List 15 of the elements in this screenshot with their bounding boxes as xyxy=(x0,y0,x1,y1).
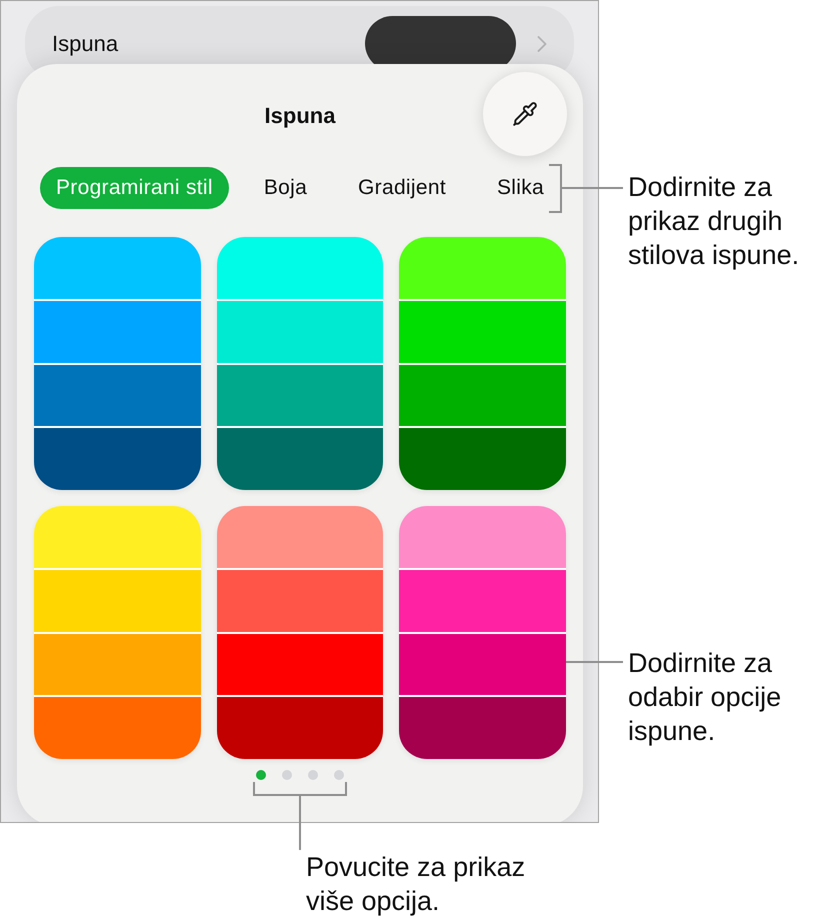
fill-style-swatch[interactable] xyxy=(34,506,201,759)
fill-style-tab[interactable]: Boja xyxy=(248,167,324,209)
fill-style-swatch[interactable] xyxy=(399,237,566,490)
callout-text: Povucite za prikaz više opcija. xyxy=(306,851,526,918)
eyedropper-icon xyxy=(512,101,538,127)
callout-text: Dodirnite za prikaz drugih stilova ispune. xyxy=(628,171,800,272)
fill-style-swatch[interactable] xyxy=(216,237,384,490)
fill-style-swatch[interactable] xyxy=(399,506,566,759)
leader-line xyxy=(566,661,623,663)
fill-style-tab[interactable]: Slika xyxy=(480,167,560,209)
callout-text: Dodirnite za odabir opcije ispune. xyxy=(628,647,782,748)
fill-style-tab[interactable]: Gradijent xyxy=(342,167,462,209)
fill-style-swatch[interactable] xyxy=(34,237,201,490)
fill-style-swatch[interactable] xyxy=(216,506,384,759)
popover-title: Ispuna xyxy=(264,102,336,130)
